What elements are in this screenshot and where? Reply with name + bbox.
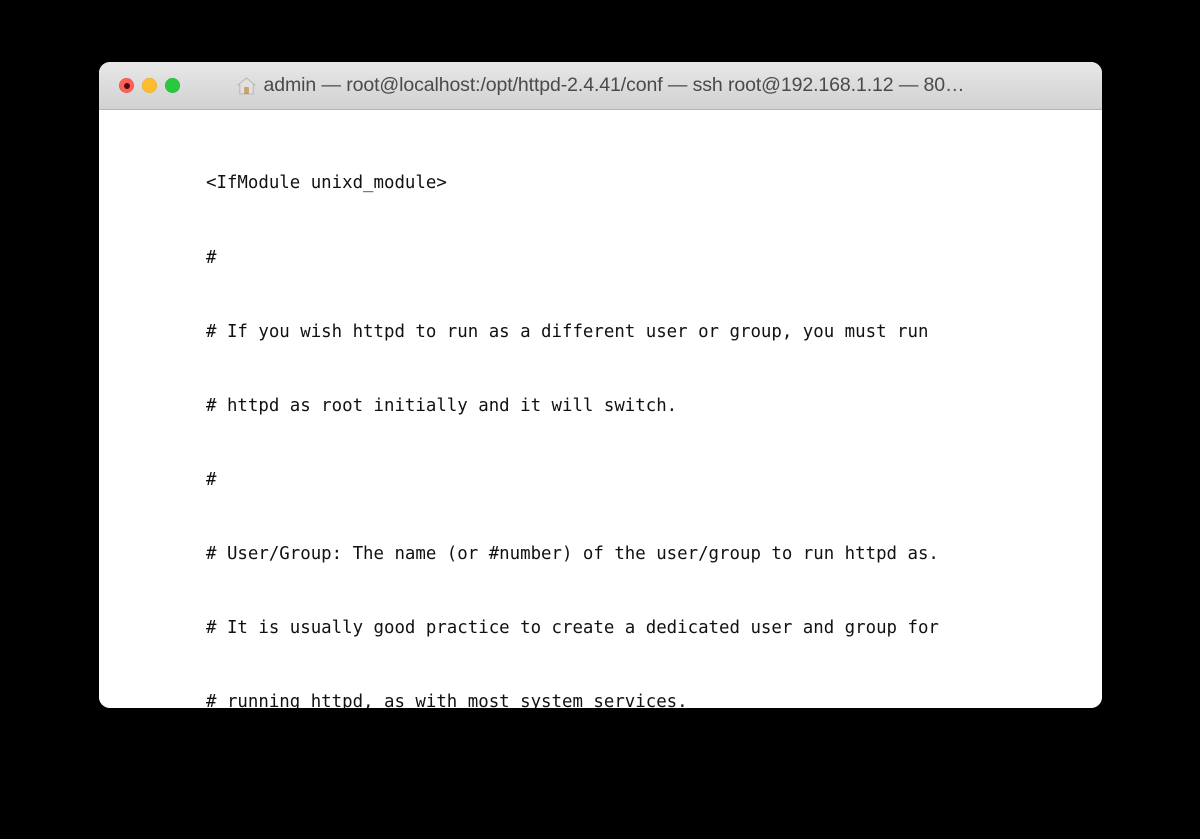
window-controls [119, 78, 180, 93]
terminal-text-before-cursor: <IfModule unixd_module> # # If you wish … [99, 122, 1102, 708]
terminal-line: <IfModule unixd_module> [206, 171, 1102, 196]
minimize-button[interactable] [142, 78, 157, 93]
terminal-line: # If you wish httpd to run as a differen… [206, 320, 1102, 345]
terminal-line: # It is usually good practice to create … [206, 616, 1102, 641]
terminal-window: admin — root@localhost:/opt/httpd-2.4.41… [99, 62, 1102, 708]
titlebar-title-area: admin — root@localhost:/opt/httpd-2.4.41… [99, 62, 1102, 109]
desktop-background: admin — root@localhost:/opt/httpd-2.4.41… [0, 0, 1200, 839]
close-button[interactable] [119, 78, 134, 93]
terminal-line: # running httpd, as with most system ser… [206, 690, 1102, 708]
terminal-line: # [206, 468, 1102, 493]
home-icon [237, 77, 256, 95]
maximize-button[interactable] [165, 78, 180, 93]
terminal-content[interactable]: <IfModule unixd_module> # # If you wish … [99, 110, 1102, 708]
terminal-line: # [206, 246, 1102, 271]
window-titlebar[interactable]: admin — root@localhost:/opt/httpd-2.4.41… [99, 62, 1102, 110]
window-title: admin — root@localhost:/opt/httpd-2.4.41… [264, 74, 965, 97]
terminal-line: # httpd as root initially and it will sw… [206, 394, 1102, 419]
terminal-line: # User/Group: The name (or #number) of t… [206, 542, 1102, 567]
